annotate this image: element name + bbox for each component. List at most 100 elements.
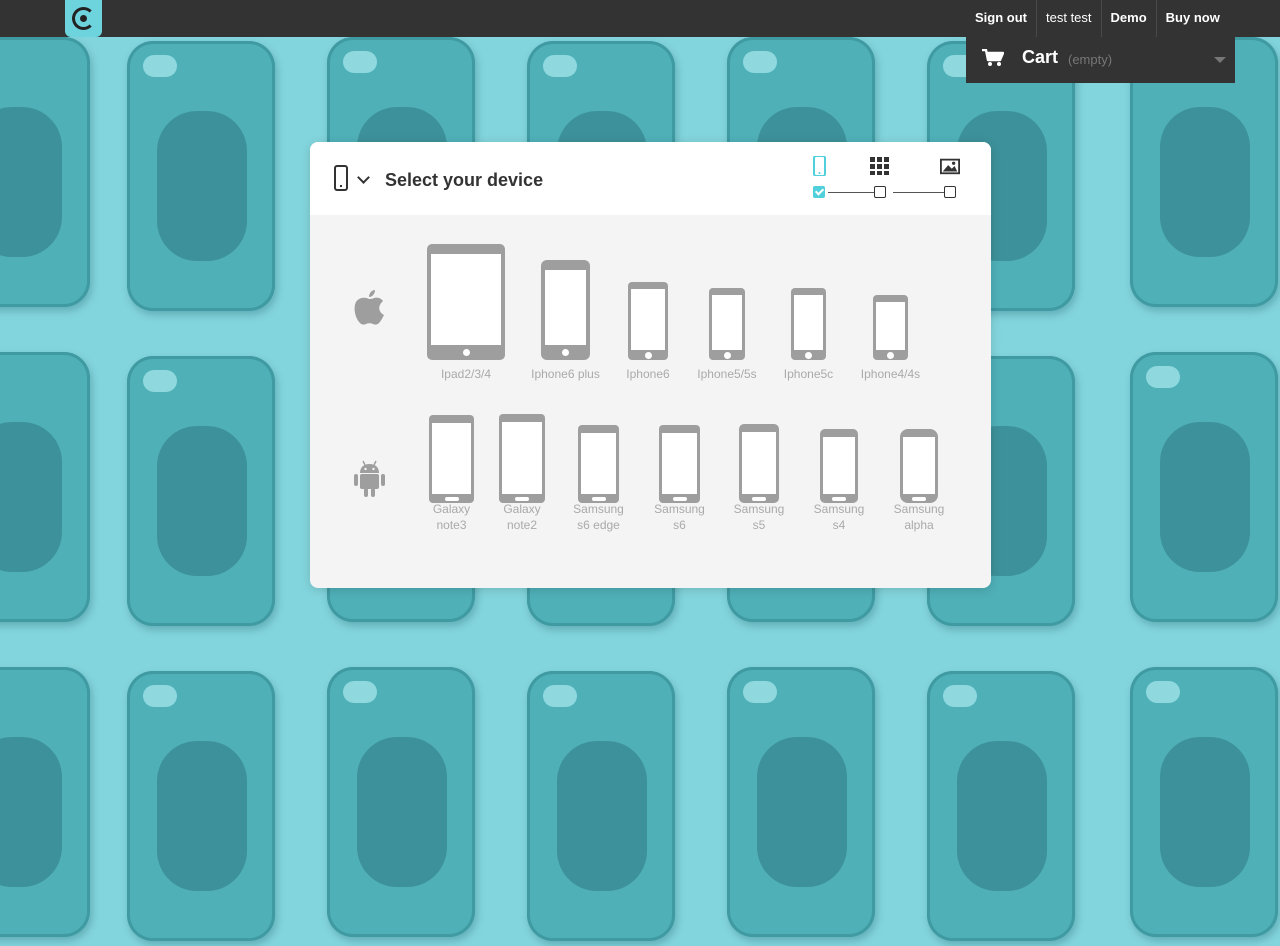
device-screen <box>876 302 905 350</box>
device-silhouette-icon <box>429 415 474 503</box>
device-screen <box>502 422 542 494</box>
case-illustration <box>0 422 62 572</box>
case-illustration <box>1160 107 1250 257</box>
background-phone-case <box>327 667 475 937</box>
device-home-button <box>723 351 731 359</box>
device-screen <box>581 433 616 494</box>
device-name: Iphone4/4s <box>860 367 921 381</box>
phone-icon <box>813 156 826 176</box>
step-image-checkbox <box>944 186 956 198</box>
android-device-option[interactable]: Samsung s4 <box>799 429 879 543</box>
device-silhouette-icon <box>873 295 908 360</box>
device-select-panel: Select your device Ipad2/3/4 Iphone6 plu… <box>310 142 991 588</box>
background-phone-case <box>1130 667 1278 937</box>
step-design-checkbox <box>874 186 886 198</box>
top-nav: Sign out test test Demo Buy now <box>966 0 1229 37</box>
device-home-button <box>805 351 812 359</box>
apple-device-option[interactable]: Iphone5/5s <box>677 288 777 408</box>
case-illustration <box>1160 422 1250 572</box>
phone-icon <box>334 165 348 191</box>
sign-out-link[interactable]: Sign out <box>966 0 1036 37</box>
background-phone-case <box>127 671 275 941</box>
cart-status: (empty) <box>1068 52 1113 67</box>
case-camera-hole <box>143 370 177 392</box>
android-device-option[interactable]: Samsung s6 edge <box>559 425 639 543</box>
device-name: Samsung <box>573 502 624 516</box>
apple-device-option[interactable]: Iphone4/4s <box>841 295 941 408</box>
background-phone-case <box>527 671 675 941</box>
device-name: Samsung <box>654 502 705 516</box>
device-model: alpha <box>904 518 934 532</box>
top-bar: Sign out test test Demo Buy now <box>0 0 1280 37</box>
demo-link[interactable]: Demo <box>1100 0 1156 37</box>
device-silhouette-icon <box>791 288 826 360</box>
case-illustration <box>957 741 1047 891</box>
device-screen <box>631 289 665 350</box>
device-model: s4 <box>832 518 846 532</box>
step-device[interactable] <box>807 154 831 202</box>
device-silhouette-icon <box>628 282 668 360</box>
case-camera-hole <box>1146 681 1180 703</box>
case-illustration <box>157 111 247 261</box>
device-screen <box>712 295 742 350</box>
step-image[interactable] <box>938 154 962 202</box>
case-illustration <box>157 426 247 576</box>
device-screen <box>742 432 776 494</box>
android-device-option[interactable]: Galaxy note3 <box>412 415 492 543</box>
apple-icon <box>354 290 384 325</box>
cart-dropdown[interactable]: Cart (empty) <box>966 37 1235 83</box>
logo-dot <box>80 15 87 22</box>
android-device-option[interactable]: Samsung alpha <box>879 429 959 543</box>
device-screen <box>432 423 471 494</box>
case-illustration <box>157 741 247 891</box>
device-name: Galaxy <box>503 502 541 516</box>
device-name: Samsung <box>733 502 785 516</box>
background-phone-case <box>1130 352 1278 622</box>
android-device-option[interactable]: Samsung s6 <box>640 425 720 543</box>
android-device-option[interactable]: Galaxy note2 <box>482 414 562 543</box>
device-silhouette-icon <box>739 424 779 503</box>
device-silhouette-icon <box>820 429 858 503</box>
case-camera-hole <box>343 681 377 703</box>
background-phone-case <box>927 671 1075 941</box>
device-home-button <box>444 496 459 501</box>
user-name-link[interactable]: test test <box>1036 0 1101 37</box>
device-home-button <box>515 496 529 501</box>
device-home-button <box>644 351 652 359</box>
case-illustration <box>557 741 647 891</box>
buy-now-link[interactable]: Buy now <box>1155 0 1229 37</box>
device-silhouette-icon <box>541 260 590 360</box>
device-home-button <box>562 349 569 356</box>
panel-title: Select your device <box>385 170 544 190</box>
background-phone-case <box>0 37 90 307</box>
step-design[interactable] <box>868 154 892 202</box>
progress-steps <box>807 154 967 204</box>
device-silhouette-icon <box>709 288 745 360</box>
device-type-dropdown[interactable] <box>332 165 372 195</box>
c-logo-icon[interactable] <box>65 0 102 37</box>
device-home-button <box>832 496 846 501</box>
background-phone-case <box>0 352 90 622</box>
device-model: s6 <box>673 518 686 532</box>
device-model: s5 <box>752 518 766 532</box>
device-screen <box>431 254 501 345</box>
device-home-button <box>912 496 926 501</box>
case-camera-hole <box>543 55 577 77</box>
cart-label: Cart <box>1022 47 1059 67</box>
device-name: Iphone5/5s <box>697 367 757 381</box>
android-device-option[interactable]: Samsung s5 <box>719 424 799 543</box>
case-illustration <box>0 107 62 257</box>
background-phone-case <box>127 356 275 626</box>
device-name: Samsung <box>813 502 865 516</box>
case-camera-hole <box>543 685 577 707</box>
cart-icon <box>982 49 1004 66</box>
chevron-down-icon <box>357 171 370 184</box>
device-home-button <box>462 349 470 356</box>
case-camera-hole <box>943 685 977 707</box>
device-screen <box>903 437 935 494</box>
device-silhouette-icon <box>659 425 700 503</box>
device-name: Samsung <box>893 502 945 516</box>
background-phone-case <box>127 41 275 311</box>
device-name: Galaxy <box>432 502 471 516</box>
case-camera-hole <box>143 55 177 77</box>
